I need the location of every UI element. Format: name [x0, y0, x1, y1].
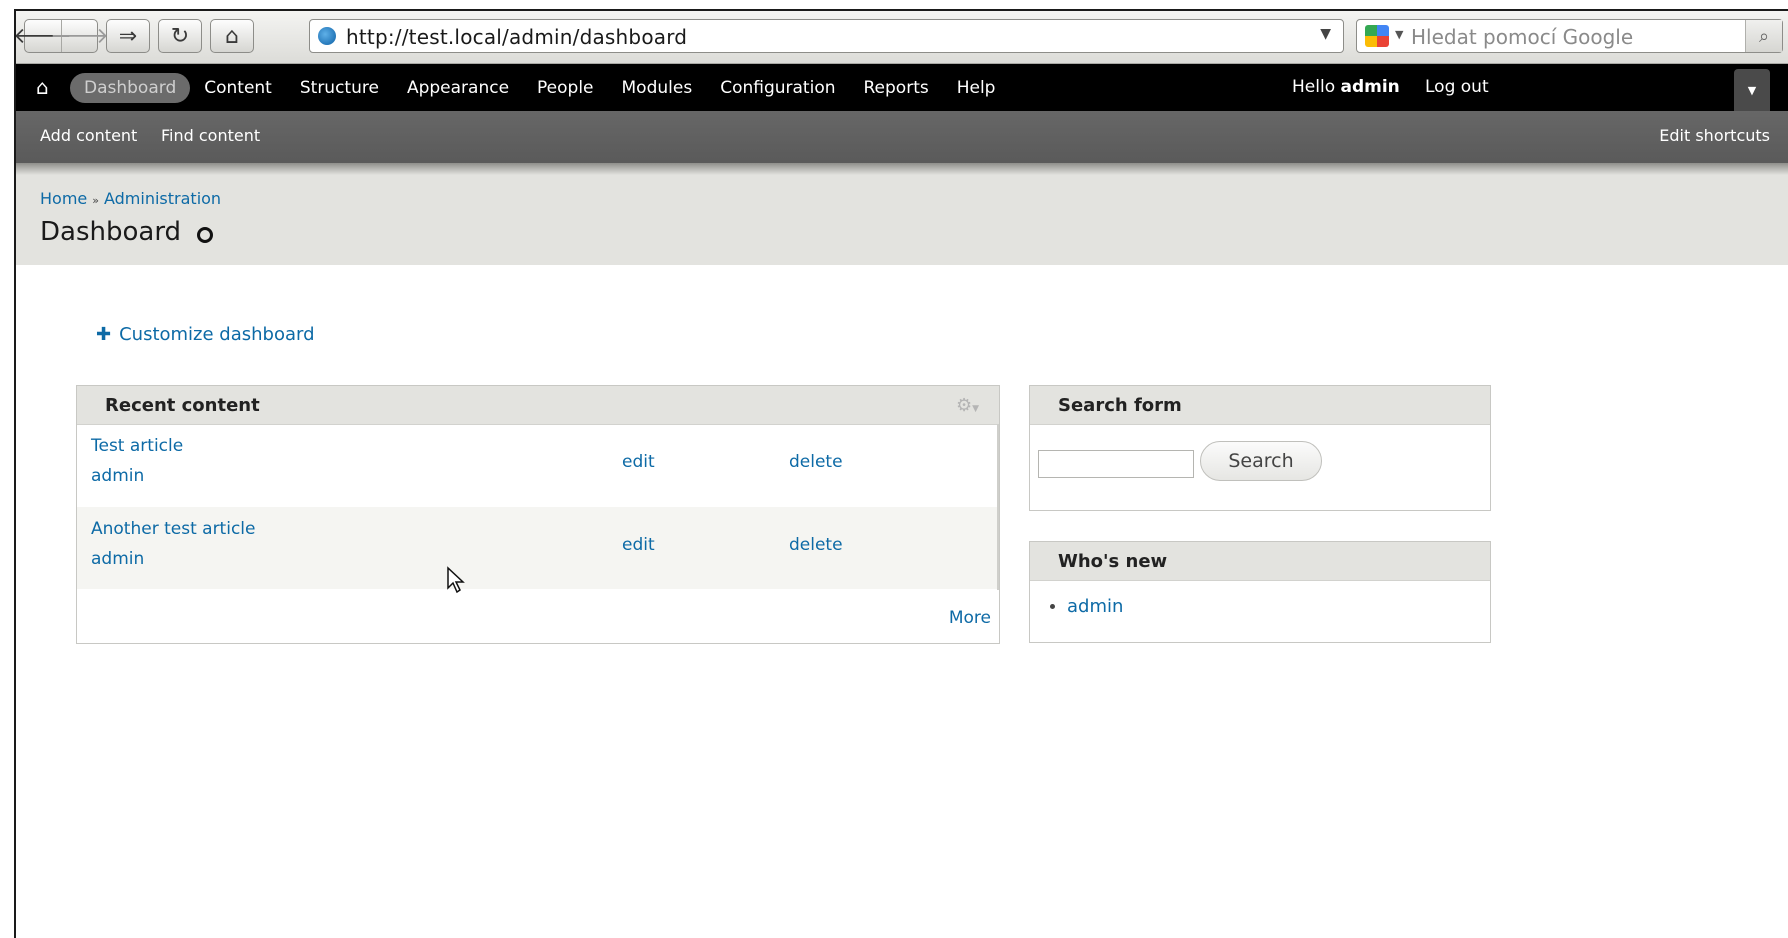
- add-shortcut-icon[interactable]: [197, 227, 214, 243]
- delete-link[interactable]: delete: [789, 535, 843, 555]
- toolbar-shadow: [16, 163, 1788, 175]
- block-header: Search form: [1030, 386, 1490, 425]
- table-row: Another test article admin edit delete: [77, 507, 997, 589]
- url-text[interactable]: http://test.local/admin/dashboard: [346, 25, 687, 49]
- menu-item-structure[interactable]: Structure: [300, 78, 379, 98]
- page-title: Dashboard: [40, 217, 182, 247]
- google-logo-icon[interactable]: [1365, 25, 1389, 47]
- user-greeting: Hello admin: [1292, 77, 1400, 97]
- table-row: Test article admin edit delete: [77, 424, 997, 506]
- search-icon[interactable]: ⌕: [1745, 20, 1782, 52]
- menu-item-modules[interactable]: Modules: [622, 78, 693, 98]
- home-button[interactable]: ⌂: [210, 19, 254, 53]
- url-bar[interactable]: http://test.local/admin/dashboard ▼: [309, 19, 1344, 53]
- block-header: Who's new: [1030, 542, 1490, 581]
- back-forward-group: 🡐 🡒: [16, 19, 109, 53]
- page-title-row: Dashboard: [40, 217, 214, 247]
- block-title: Who's new: [1058, 551, 1168, 572]
- edit-link[interactable]: edit: [622, 535, 655, 555]
- breadcrumb-administration[interactable]: Administration: [104, 189, 221, 208]
- block-title: Recent content: [105, 395, 260, 416]
- shortcut-find-content[interactable]: Find content: [161, 126, 260, 145]
- menu-item-content[interactable]: Content: [204, 78, 272, 98]
- menu-item-appearance[interactable]: Appearance: [407, 78, 509, 98]
- shortcut-add-content[interactable]: Add content: [40, 126, 137, 145]
- search-placeholder[interactable]: Hledat pomocí Google: [1411, 25, 1633, 49]
- user-link[interactable]: admin: [1067, 596, 1123, 617]
- delete-link[interactable]: delete: [789, 452, 843, 472]
- forward-arrow-icon[interactable]: 🡒: [50, 20, 109, 52]
- content-author-link[interactable]: admin: [91, 549, 144, 569]
- greeting-prefix: Hello: [1292, 77, 1336, 97]
- breadcrumb-home[interactable]: Home: [40, 189, 87, 208]
- list-item: admin: [1050, 596, 1123, 617]
- plus-icon: ✚: [96, 324, 112, 345]
- content-author-link[interactable]: admin: [91, 466, 144, 486]
- menu-item-help[interactable]: Help: [957, 78, 996, 98]
- drupal-favicon-icon: [318, 27, 336, 45]
- home-icon: ⌂: [225, 23, 239, 49]
- search-button[interactable]: Search: [1200, 441, 1322, 481]
- breadcrumb-separator: »: [92, 194, 99, 207]
- content-title-link[interactable]: Another test article: [91, 519, 255, 539]
- menu-item-dashboard[interactable]: Dashboard: [70, 72, 191, 103]
- mouse-cursor-icon: [447, 566, 465, 594]
- double-arrow-icon: ⇒: [118, 23, 138, 49]
- customize-dashboard-label[interactable]: Customize dashboard: [119, 324, 314, 345]
- breadcrumb: Home » Administration: [40, 189, 221, 208]
- customize-dashboard-link[interactable]: ✚ Customize dashboard: [96, 324, 315, 345]
- browser-search-bar[interactable]: ▼ Hledat pomocí Google ⌕: [1356, 19, 1783, 53]
- browser-window: 🡐 🡒 ⇒ ↻ ⌂ http://test.local/admin/dashbo…: [14, 9, 1788, 938]
- edit-link[interactable]: edit: [622, 452, 655, 472]
- gear-icon[interactable]: ⚙▼: [956, 395, 979, 416]
- menu-item-configuration[interactable]: Configuration: [720, 78, 835, 98]
- page-header: Home » Administration Dashboard: [16, 175, 1788, 265]
- search-input[interactable]: [1038, 450, 1194, 478]
- shortcuts-bar: Add content Find content Edit shortcuts: [16, 111, 1788, 163]
- engine-dropdown-icon[interactable]: ▼: [1395, 28, 1403, 41]
- history-forward-button[interactable]: ⇒: [106, 19, 150, 53]
- scroll-indicator: [997, 424, 999, 590]
- admin-toolbar: ⌂ Dashboard Content Structure Appearance…: [16, 64, 1788, 111]
- reload-button[interactable]: ↻: [158, 19, 202, 53]
- menu-item-people[interactable]: People: [537, 78, 593, 98]
- edit-shortcuts-link[interactable]: Edit shortcuts: [1659, 126, 1770, 145]
- shortcuts-toggle-icon[interactable]: ▼: [1734, 69, 1770, 111]
- reload-icon: ↻: [170, 23, 190, 49]
- more-link[interactable]: More: [949, 608, 991, 628]
- block-header: Recent content ⚙▼: [77, 386, 999, 425]
- content-title-link[interactable]: Test article: [91, 436, 183, 456]
- logout-link[interactable]: Log out: [1425, 77, 1489, 97]
- username-link[interactable]: admin: [1341, 77, 1400, 97]
- whos-new-block: Who's new admin: [1029, 541, 1491, 643]
- url-dropdown-icon[interactable]: ▼: [1320, 26, 1331, 42]
- recent-content-block: Recent content ⚙▼ Test article admin edi…: [76, 385, 1000, 644]
- home-icon[interactable]: ⌂: [36, 75, 49, 99]
- admin-menu: Dashboard Content Structure Appearance P…: [70, 64, 1023, 111]
- browser-toolbar: 🡐 🡒 ⇒ ↻ ⌂ http://test.local/admin/dashbo…: [16, 11, 1788, 64]
- menu-item-reports[interactable]: Reports: [864, 78, 929, 98]
- search-form-block: Search form Search: [1029, 385, 1491, 511]
- block-title: Search form: [1058, 395, 1182, 416]
- bullet: [1050, 604, 1055, 609]
